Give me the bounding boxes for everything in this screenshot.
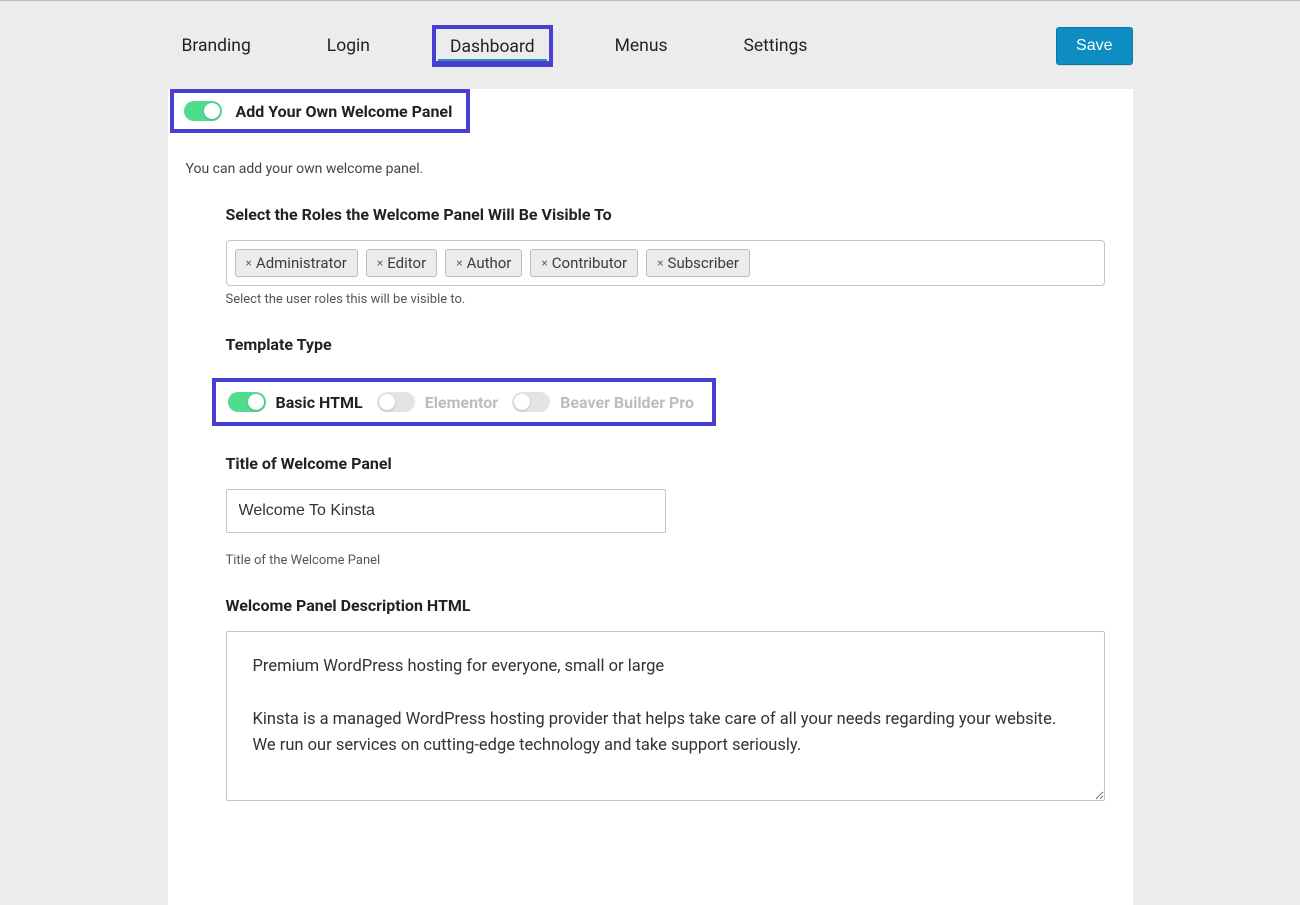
tab-branding[interactable]: Branding [168, 26, 265, 66]
template-label-elementor: Elementor [425, 393, 498, 412]
tab-menus[interactable]: Menus [601, 26, 682, 66]
tab-login[interactable]: Login [313, 26, 384, 66]
template-toggle-beaver[interactable] [512, 392, 550, 412]
welcome-panel-toggle-label: Add Your Own Welcome Panel [236, 102, 453, 121]
role-chip-label: Author [467, 254, 512, 272]
template-type-section: Template Type Basic HTML Elementor Beave… [226, 335, 1133, 426]
roles-section-title: Select the Roles the Welcome Panel Will … [226, 205, 1105, 224]
role-chip[interactable]: × Subscriber [646, 249, 750, 277]
settings-panel: Add Your Own Welcome Panel You can add y… [168, 89, 1133, 905]
tab-dashboard[interactable]: Dashboard [432, 25, 553, 67]
template-type-options: Basic HTML Elementor Beaver Builder Pro [212, 378, 717, 426]
description-section: Welcome Panel Description HTML [226, 596, 1133, 805]
welcome-title-input[interactable] [226, 489, 666, 533]
role-chip-label: Administrator [256, 254, 347, 272]
role-chip[interactable]: × Contributor [530, 249, 638, 277]
description-section-title: Welcome Panel Description HTML [226, 596, 1105, 615]
role-chip-label: Editor [387, 254, 426, 272]
roles-help-text: Select the user roles this will be visib… [226, 292, 1105, 307]
save-button[interactable]: Save [1056, 27, 1132, 65]
role-chip[interactable]: × Author [445, 249, 522, 277]
template-option-elementor: Elementor [377, 392, 498, 412]
role-chip[interactable]: × Administrator [235, 249, 358, 277]
close-icon[interactable]: × [657, 256, 663, 270]
template-option-beaver: Beaver Builder Pro [512, 392, 694, 412]
close-icon[interactable]: × [541, 256, 547, 270]
roles-section: Select the Roles the Welcome Panel Will … [226, 205, 1133, 307]
title-help-text: Title of the Welcome Panel [226, 553, 1105, 568]
template-toggle-basic-html[interactable] [228, 392, 266, 412]
template-label-beaver: Beaver Builder Pro [560, 393, 694, 412]
welcome-panel-description: You can add your own welcome panel. [186, 161, 1133, 177]
role-chip[interactable]: × Editor [366, 249, 437, 277]
welcome-panel-toggle-row: Add Your Own Welcome Panel [170, 89, 471, 133]
close-icon[interactable]: × [377, 256, 383, 270]
template-option-basic-html: Basic HTML [228, 392, 363, 412]
nav-tabs: Branding Login Dashboard Menus Settings [168, 25, 822, 67]
welcome-description-textarea[interactable] [226, 631, 1105, 801]
template-type-title: Template Type [226, 335, 1105, 354]
title-section-title: Title of Welcome Panel [226, 454, 1105, 473]
template-toggle-elementor[interactable] [377, 392, 415, 412]
close-icon[interactable]: × [456, 256, 462, 270]
welcome-panel-toggle[interactable] [184, 101, 222, 121]
close-icon[interactable]: × [246, 256, 252, 270]
title-section: Title of Welcome Panel Title of the Welc… [226, 454, 1133, 568]
tab-settings[interactable]: Settings [730, 26, 822, 66]
role-chip-label: Subscriber [668, 254, 739, 272]
role-chip-label: Contributor [552, 254, 627, 272]
roles-input[interactable]: × Administrator × Editor × Author × Cont… [226, 240, 1105, 286]
top-nav: Branding Login Dashboard Menus Settings … [168, 1, 1133, 87]
template-label-basic-html: Basic HTML [276, 393, 363, 412]
